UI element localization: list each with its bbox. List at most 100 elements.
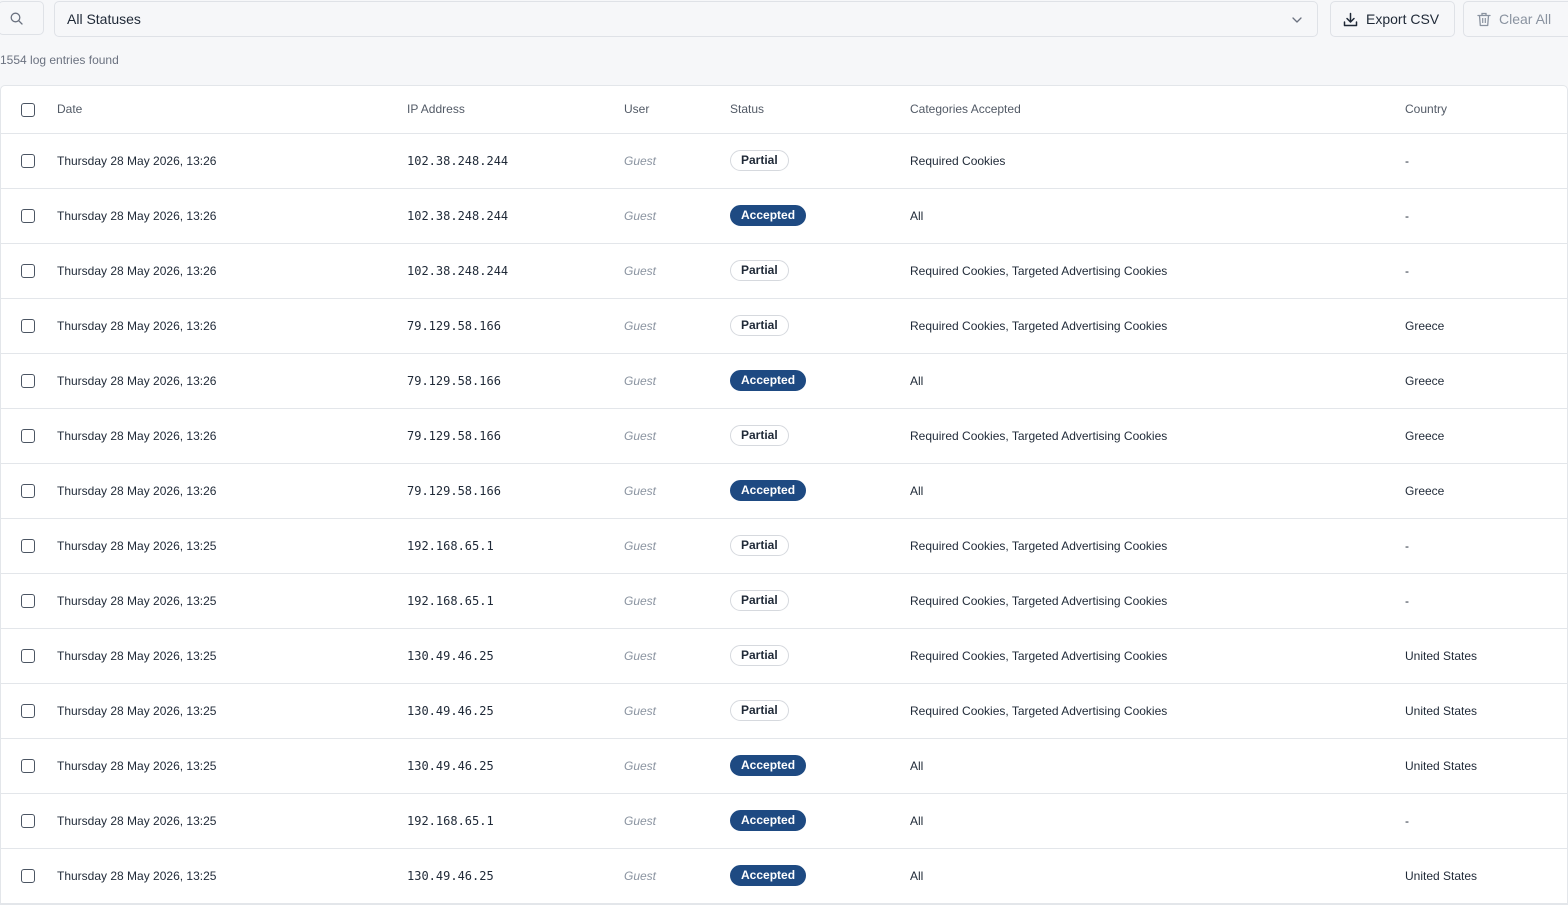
row-checkbox[interactable] xyxy=(21,483,35,498)
column-header-status[interactable]: Status xyxy=(730,86,910,134)
cell-status: Accepted xyxy=(730,353,910,409)
row-checkbox[interactable] xyxy=(21,813,35,828)
row-checkbox[interactable] xyxy=(21,318,35,333)
search-button[interactable] xyxy=(0,1,44,35)
cell-user: Guest xyxy=(624,243,730,299)
table-row: Thursday 28 May 2026, 13:25 192.168.65.1 G… xyxy=(1,518,1567,574)
cell-user: Guest xyxy=(624,463,730,519)
table-row: Thursday 28 May 2026, 13:26 79.129.58.166… xyxy=(1,298,1567,354)
cell-country: United States xyxy=(1405,628,1567,684)
cell-date: Thursday 28 May 2026, 13:25 xyxy=(57,518,407,574)
row-checkbox[interactable] xyxy=(21,153,35,168)
consent-log-table: Date IP Address User Status Categories A… xyxy=(0,85,1568,905)
cell-country: - xyxy=(1405,518,1567,574)
cell-categories: Required Cookies, Targeted Advertising C… xyxy=(910,573,1405,629)
cell-date: Thursday 28 May 2026, 13:26 xyxy=(57,353,407,409)
cell-status: Partial xyxy=(730,628,910,684)
cell-country: - xyxy=(1405,133,1567,189)
cell-user: Guest xyxy=(624,738,730,794)
select-all-cell xyxy=(1,86,57,134)
column-header-ip[interactable]: IP Address xyxy=(407,86,624,134)
column-header-country[interactable]: Country xyxy=(1405,86,1567,134)
row-checkbox[interactable] xyxy=(21,263,35,278)
clear-all-button[interactable]: Clear All xyxy=(1463,1,1568,37)
cell-categories: Required Cookies, Targeted Advertising C… xyxy=(910,628,1405,684)
clear-all-label: Clear All xyxy=(1499,11,1552,27)
row-checkbox[interactable] xyxy=(21,758,35,773)
row-checkbox[interactable] xyxy=(21,703,35,718)
toolbar: All Statuses Export CSV Clear All xyxy=(0,0,1568,38)
table-row: Thursday 28 May 2026, 13:25 130.49.46.25 G… xyxy=(1,628,1567,684)
table-row: Thursday 28 May 2026, 13:26 102.38.248.24… xyxy=(1,188,1567,244)
cell-user: Guest xyxy=(624,298,730,354)
cell-categories: All xyxy=(910,188,1405,244)
cell-status: Accepted xyxy=(730,463,910,519)
row-select-cell xyxy=(1,518,57,574)
row-checkbox[interactable] xyxy=(21,208,35,223)
cell-categories: All xyxy=(910,848,1405,904)
cell-status: Partial xyxy=(730,133,910,189)
table-row: Thursday 28 May 2026, 13:26 102.38.248.24… xyxy=(1,133,1567,189)
row-select-cell xyxy=(1,573,57,629)
row-select-cell xyxy=(1,463,57,519)
table-row: Thursday 28 May 2026, 13:25 130.49.46.25 G… xyxy=(1,848,1567,904)
cell-status: Accepted xyxy=(730,188,910,244)
cell-country: Greece xyxy=(1405,353,1567,409)
cell-date: Thursday 28 May 2026, 13:25 xyxy=(57,738,407,794)
status-badge: Accepted xyxy=(730,865,807,886)
cell-categories: Required Cookies, Targeted Advertising C… xyxy=(910,683,1405,739)
cell-status: Accepted xyxy=(730,848,910,904)
cell-ip-address: 79.129.58.166 xyxy=(407,298,624,354)
cell-categories: Required Cookies, Targeted Advertising C… xyxy=(910,518,1405,574)
cell-status: Partial xyxy=(730,408,910,464)
row-select-cell xyxy=(1,848,57,904)
cell-categories: All xyxy=(910,463,1405,519)
column-header-user[interactable]: User xyxy=(624,86,730,134)
cell-country: - xyxy=(1405,573,1567,629)
cell-country: Greece xyxy=(1405,298,1567,354)
cell-date: Thursday 28 May 2026, 13:26 xyxy=(57,408,407,464)
row-select-cell xyxy=(1,738,57,794)
table-body: Thursday 28 May 2026, 13:26 102.38.248.24… xyxy=(1,133,1567,904)
row-checkbox[interactable] xyxy=(21,538,35,553)
row-checkbox[interactable] xyxy=(21,648,35,663)
cell-user: Guest xyxy=(624,518,730,574)
row-select-cell xyxy=(1,353,57,409)
cell-date: Thursday 28 May 2026, 13:26 xyxy=(57,298,407,354)
table-row: Thursday 28 May 2026, 13:26 79.129.58.166… xyxy=(1,408,1567,464)
cell-ip-address: 79.129.58.166 xyxy=(407,408,624,464)
row-checkbox[interactable] xyxy=(21,868,35,883)
cell-country: United States xyxy=(1405,738,1567,794)
status-filter-select[interactable]: All Statuses xyxy=(54,1,1318,37)
row-checkbox[interactable] xyxy=(21,428,35,443)
row-select-cell xyxy=(1,133,57,189)
status-badge: Accepted xyxy=(730,205,807,226)
status-badge: Partial xyxy=(730,590,789,611)
column-header-date[interactable]: Date xyxy=(57,86,407,134)
row-checkbox[interactable] xyxy=(21,593,35,608)
cell-country: United States xyxy=(1405,848,1567,904)
cell-ip-address: 130.49.46.25 xyxy=(407,683,624,739)
cell-status: Partial xyxy=(730,683,910,739)
row-checkbox[interactable] xyxy=(21,373,35,388)
row-select-cell xyxy=(1,683,57,739)
table-header-row: Date IP Address User Status Categories A… xyxy=(1,86,1567,134)
cell-ip-address: 130.49.46.25 xyxy=(407,848,624,904)
cell-user: Guest xyxy=(624,408,730,464)
select-all-checkbox[interactable] xyxy=(21,102,35,117)
cell-country: Greece xyxy=(1405,463,1567,519)
row-select-cell xyxy=(1,793,57,849)
table-row: Thursday 28 May 2026, 13:25 130.49.46.25 G… xyxy=(1,738,1567,794)
cell-status: Partial xyxy=(730,573,910,629)
chevron-down-icon xyxy=(1292,17,1302,23)
cell-ip-address: 192.168.65.1 xyxy=(407,793,624,849)
cell-user: Guest xyxy=(624,133,730,189)
trash-icon xyxy=(1477,12,1491,26)
row-select-cell xyxy=(1,298,57,354)
row-select-cell xyxy=(1,188,57,244)
cell-date: Thursday 28 May 2026, 13:25 xyxy=(57,793,407,849)
table-row: Thursday 28 May 2026, 13:25 130.49.46.25 G… xyxy=(1,683,1567,739)
export-csv-button[interactable]: Export CSV xyxy=(1330,1,1455,37)
cell-status: Partial xyxy=(730,243,910,299)
column-header-categories[interactable]: Categories Accepted xyxy=(910,86,1405,134)
